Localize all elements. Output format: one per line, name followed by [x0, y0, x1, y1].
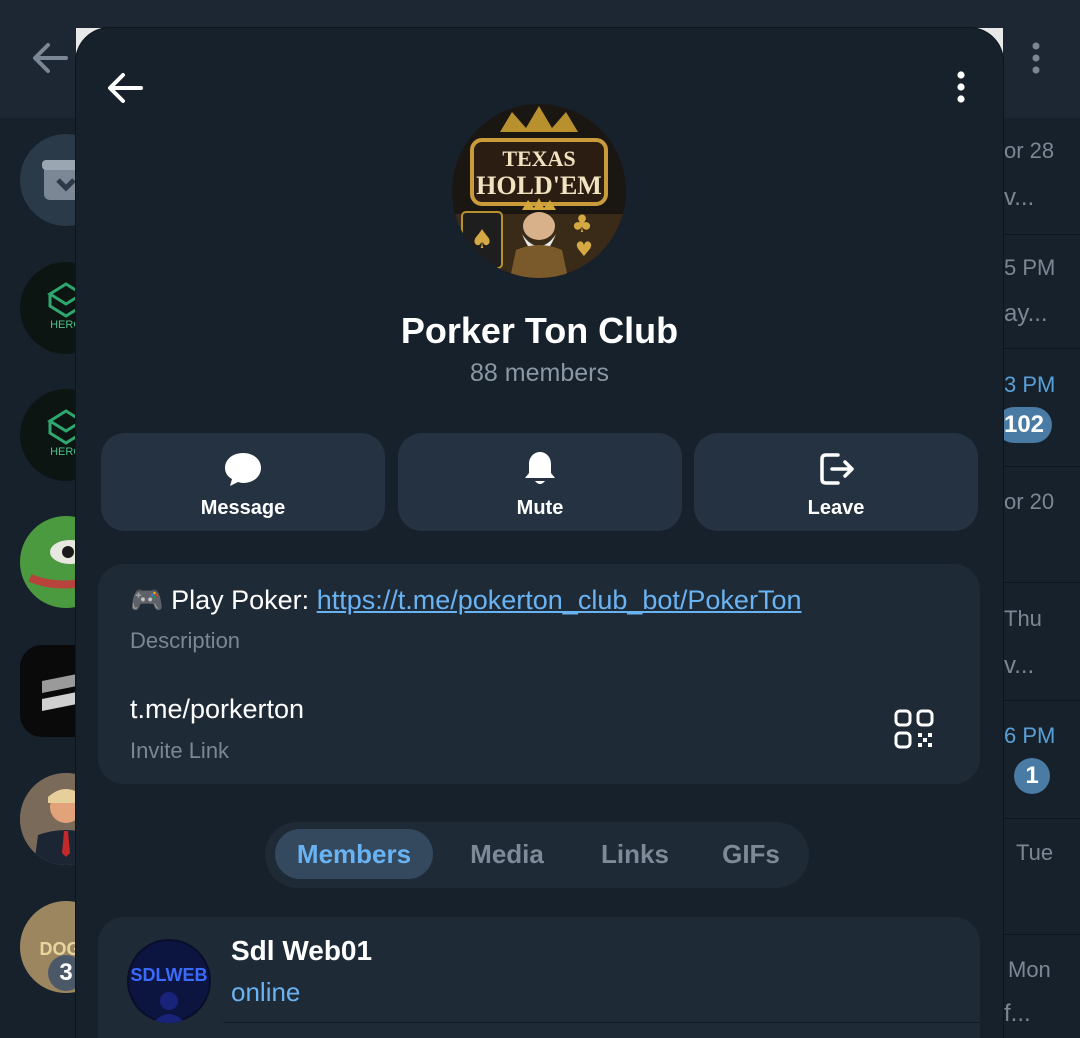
member-avatar-text: SDLWEB	[130, 965, 207, 985]
unread-badge: 1	[1014, 758, 1050, 794]
avatar[interactable]: SDLWEB	[127, 939, 211, 1023]
members-list: SDLWEB Sdl Web01 online	[98, 917, 980, 1038]
tab-gifs[interactable]: GIFs	[701, 829, 801, 879]
info-card: 🎮 Play Poker: https://t.me/pokerton_club…	[98, 564, 980, 784]
chat-time: or 28	[1004, 138, 1055, 163]
chat-snippet: ay...	[1004, 300, 1048, 327]
chat-divider	[1000, 582, 1080, 583]
chat-snippet: v...	[1004, 652, 1035, 679]
mute-button[interactable]: Mute	[398, 433, 682, 531]
bell-icon	[525, 452, 555, 484]
chat-divider	[1000, 818, 1080, 819]
tab-links[interactable]: Links	[579, 829, 691, 879]
chat-divider	[1000, 466, 1080, 467]
qr-code-icon[interactable]	[894, 709, 934, 749]
member-name: Sdl Web01	[231, 935, 373, 966]
chat-time: Mon	[1008, 957, 1051, 982]
svg-text:♠: ♠	[470, 225, 493, 255]
leave-label: Leave	[807, 497, 865, 519]
unread-badge: 102	[996, 407, 1052, 443]
logout-icon	[820, 453, 854, 485]
description-text: 🎮 Play Poker: https://t.me/pokerton_club…	[130, 584, 801, 616]
chat-divider	[1000, 348, 1080, 349]
list-divider	[223, 1022, 980, 1023]
avatar-text-top: TEXAS	[502, 146, 575, 171]
group-title: Porker Ton Club	[400, 310, 679, 351]
invite-link[interactable]: t.me/porkerton	[130, 694, 304, 725]
chat-time: Thu	[1004, 606, 1042, 631]
profile-tabs: Members Media Links GIFs	[265, 822, 809, 888]
member-status: online	[231, 977, 301, 1007]
chat-time: or 20	[1004, 489, 1055, 514]
leave-button[interactable]: Leave	[694, 433, 978, 531]
back-arrow-icon[interactable]	[103, 66, 147, 110]
member-avatar-image: SDLWEB	[127, 939, 211, 1023]
chat-divider	[1000, 700, 1080, 701]
tab-media[interactable]: Media	[445, 829, 569, 879]
tab-members[interactable]: Members	[275, 829, 433, 879]
group-info-sheet: TEXAS HOLD'EM ♠ ♣ ♥ Porker Ton Club 88 m…	[76, 28, 1003, 1038]
texas-holdem-logo: TEXAS HOLD'EM ♠ ♣ ♥	[452, 104, 626, 278]
chat-bubble-icon	[225, 453, 261, 486]
chat-divider	[1000, 934, 1080, 935]
member-count: 88 members	[470, 359, 609, 387]
back-arrow-icon[interactable]	[26, 36, 74, 80]
chat-snippet: f...	[1004, 1000, 1031, 1027]
description-caption: Description	[130, 628, 241, 653]
svg-text:♣: ♣	[571, 210, 593, 238]
invite-link-caption: Invite Link	[130, 738, 230, 763]
group-avatar[interactable]: TEXAS HOLD'EM ♠ ♣ ♥	[452, 104, 626, 278]
message-label: Message	[200, 497, 286, 519]
message-button[interactable]: Message	[101, 433, 385, 531]
mute-label: Mute	[516, 497, 564, 519]
chat-time: 6 PM	[1004, 723, 1056, 748]
chat-time: 3 PM	[1004, 372, 1056, 397]
chat-time: 5 PM	[1004, 255, 1056, 280]
svg-text:♥: ♥	[575, 237, 593, 261]
more-vertical-icon[interactable]	[1024, 38, 1048, 78]
more-vertical-icon[interactable]	[946, 68, 976, 108]
avatar-text-bottom: HOLD'EM	[476, 171, 602, 200]
chat-snippet: v...	[1004, 184, 1035, 211]
description-prefix: 🎮 Play Poker:	[130, 585, 317, 615]
chat-divider	[1000, 234, 1080, 235]
description-link[interactable]: https://t.me/pokerton_club_bot/PokerTon	[317, 585, 802, 615]
chat-time: Tue	[1016, 840, 1054, 865]
